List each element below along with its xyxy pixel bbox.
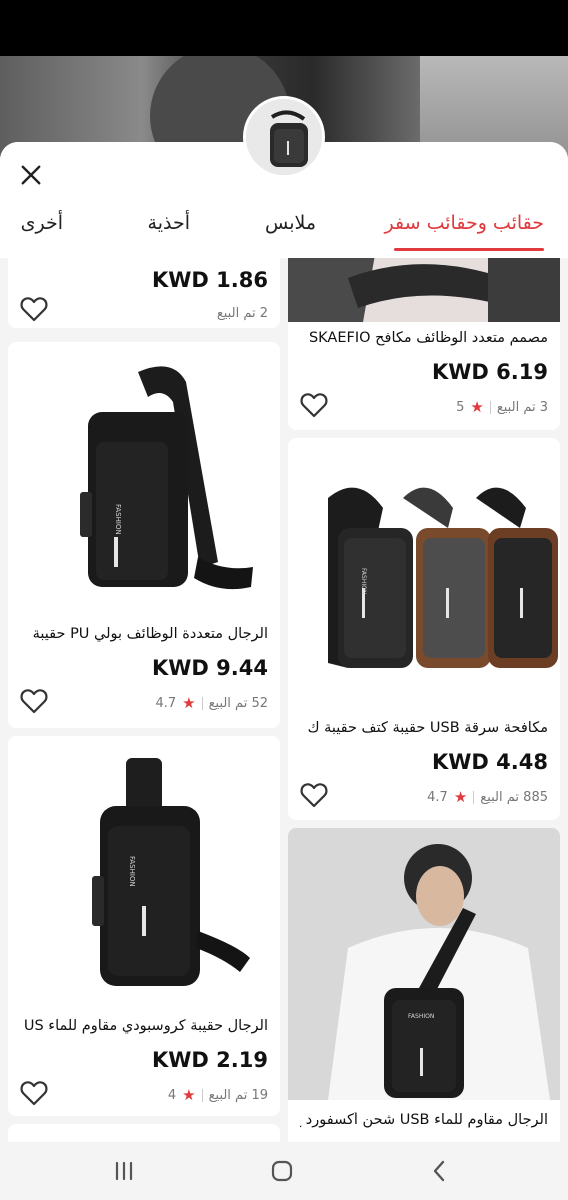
product-card[interactable]: FASHION مكافحة سرقة USB حقيبة كتف حقيبة … (288, 438, 560, 820)
tab-shoes[interactable]: أحذية (148, 212, 190, 234)
category-sheet: حقائب وحقائب سفر ملابس أحذية أخرى KWD 1.… (0, 142, 568, 1142)
recents-icon (115, 1161, 133, 1181)
heart-icon (300, 393, 328, 418)
rating-value: 5 (456, 399, 465, 415)
wishlist-button[interactable] (20, 296, 48, 322)
product-rating-sold: 3 تم البيع ★ 5 (456, 398, 548, 416)
sold-count: 52 تم البيع (208, 695, 268, 711)
close-button[interactable] (14, 158, 48, 192)
product-title: الرجال متعددة الوظائف بولي PU حقيبة (32, 626, 268, 642)
product-rating-sold: 52 تم البيع ★ 4.7 (155, 694, 268, 712)
wishlist-button[interactable] (300, 392, 328, 418)
product-card[interactable]: FASHION الرجال حقيبة كروسبودي مقاوم للما… (8, 736, 280, 1116)
bag-brand-text: FASHION (114, 504, 122, 535)
home-icon (271, 1160, 293, 1182)
bag-brand-text: FASHION (128, 856, 136, 887)
sold-count: 3 تم البيع (496, 399, 548, 415)
product-card[interactable]: مصمم متعدد الوظائف مكافح SKAEFIO KWD 6.1… (288, 258, 560, 430)
close-icon (21, 165, 41, 185)
product-price: KWD 2.19 (152, 1048, 268, 1072)
rating-value: 4.7 (155, 695, 177, 711)
product-price: KWD 4.48 (432, 750, 548, 774)
product-title: الرجال حقيبة كروسبودي مقاوم للماء US (23, 1018, 268, 1034)
active-tab-indicator (394, 248, 544, 251)
home-button[interactable] (262, 1154, 302, 1188)
product-title: مصمم متعدد الوظائف مكافح SKAEFIO (308, 330, 548, 346)
product-grid: KWD 1.86 2 تم البيع FASHION الرجال متعدد… (0, 258, 568, 1142)
product-image-model-with-bag: FASHION (288, 828, 560, 1100)
sold-count: 2 تم البيع (216, 306, 268, 321)
tab-bags-luggage[interactable]: حقائب وحقائب سفر (385, 212, 544, 234)
back-button[interactable] (420, 1154, 460, 1188)
rating-value: 4.7 (427, 789, 448, 805)
product-rating-sold: 885 تم البيع ★ 4.7 (427, 788, 548, 806)
recents-button[interactable] (104, 1154, 144, 1188)
wishlist-button[interactable] (20, 688, 48, 714)
heart-icon (20, 1081, 48, 1106)
product-rating-sold: 19 تم البيع ★ 4 (168, 1086, 268, 1104)
star-icon: ★ (453, 788, 468, 806)
product-image-skaefio (288, 258, 560, 322)
heart-icon (300, 783, 328, 808)
bag-brand-text: FASHION (360, 568, 367, 594)
sold-count: 19 تم البيع (208, 1087, 268, 1103)
product-image-crossbody-bag: FASHION (8, 736, 280, 1006)
category-tabs: حقائب وحقائب سفر ملابس أحذية أخرى (0, 204, 568, 252)
product-card[interactable]: FASHION الرجال متعددة الوظائف بولي PU حق… (8, 342, 280, 728)
screen: حقائب وحقائب سفر ملابس أحذية أخرى KWD 1.… (0, 0, 568, 1200)
system-nav-bar (0, 1142, 568, 1200)
star-icon: ★ (470, 398, 484, 416)
product-sold: 2 تم البيع (217, 306, 268, 321)
product-card[interactable]: FASHION الرجال مقاوم للماء USB شحن أكسفو… (288, 828, 560, 1142)
product-price: KWD 6.19 (432, 360, 548, 384)
product-image-three-bags: FASHION (288, 438, 560, 708)
wishlist-button[interactable] (300, 782, 328, 808)
sold-count: 885 تم البيع (480, 789, 548, 805)
product-image-sling-bag: FASHION (8, 342, 280, 612)
star-icon: ★ (182, 694, 196, 712)
product-title: الرجال مقاوم للماء USB شحن أكسفورد ح (300, 1112, 548, 1128)
product-card-partial[interactable] (8, 1124, 280, 1142)
tab-clothes[interactable]: ملابس (265, 212, 316, 234)
heart-icon (20, 297, 48, 322)
wishlist-button[interactable] (20, 1080, 48, 1106)
star-icon: ★ (182, 1086, 196, 1104)
rating-value: 4 (167, 1087, 177, 1103)
bag-brand-text: FASHION (408, 1013, 434, 1020)
back-icon (433, 1160, 445, 1182)
heart-icon (20, 689, 48, 714)
tab-other[interactable]: أخرى (21, 212, 63, 234)
product-card-partial[interactable]: KWD 1.86 2 تم البيع (8, 258, 280, 328)
product-title: مكافحة سرقة USB حقيبة كتف حقيبة ك (307, 720, 548, 736)
product-price: KWD 1.86 (152, 268, 268, 292)
selected-product-thumbnail[interactable] (243, 96, 325, 178)
product-price: KWD 9.44 (152, 656, 268, 680)
